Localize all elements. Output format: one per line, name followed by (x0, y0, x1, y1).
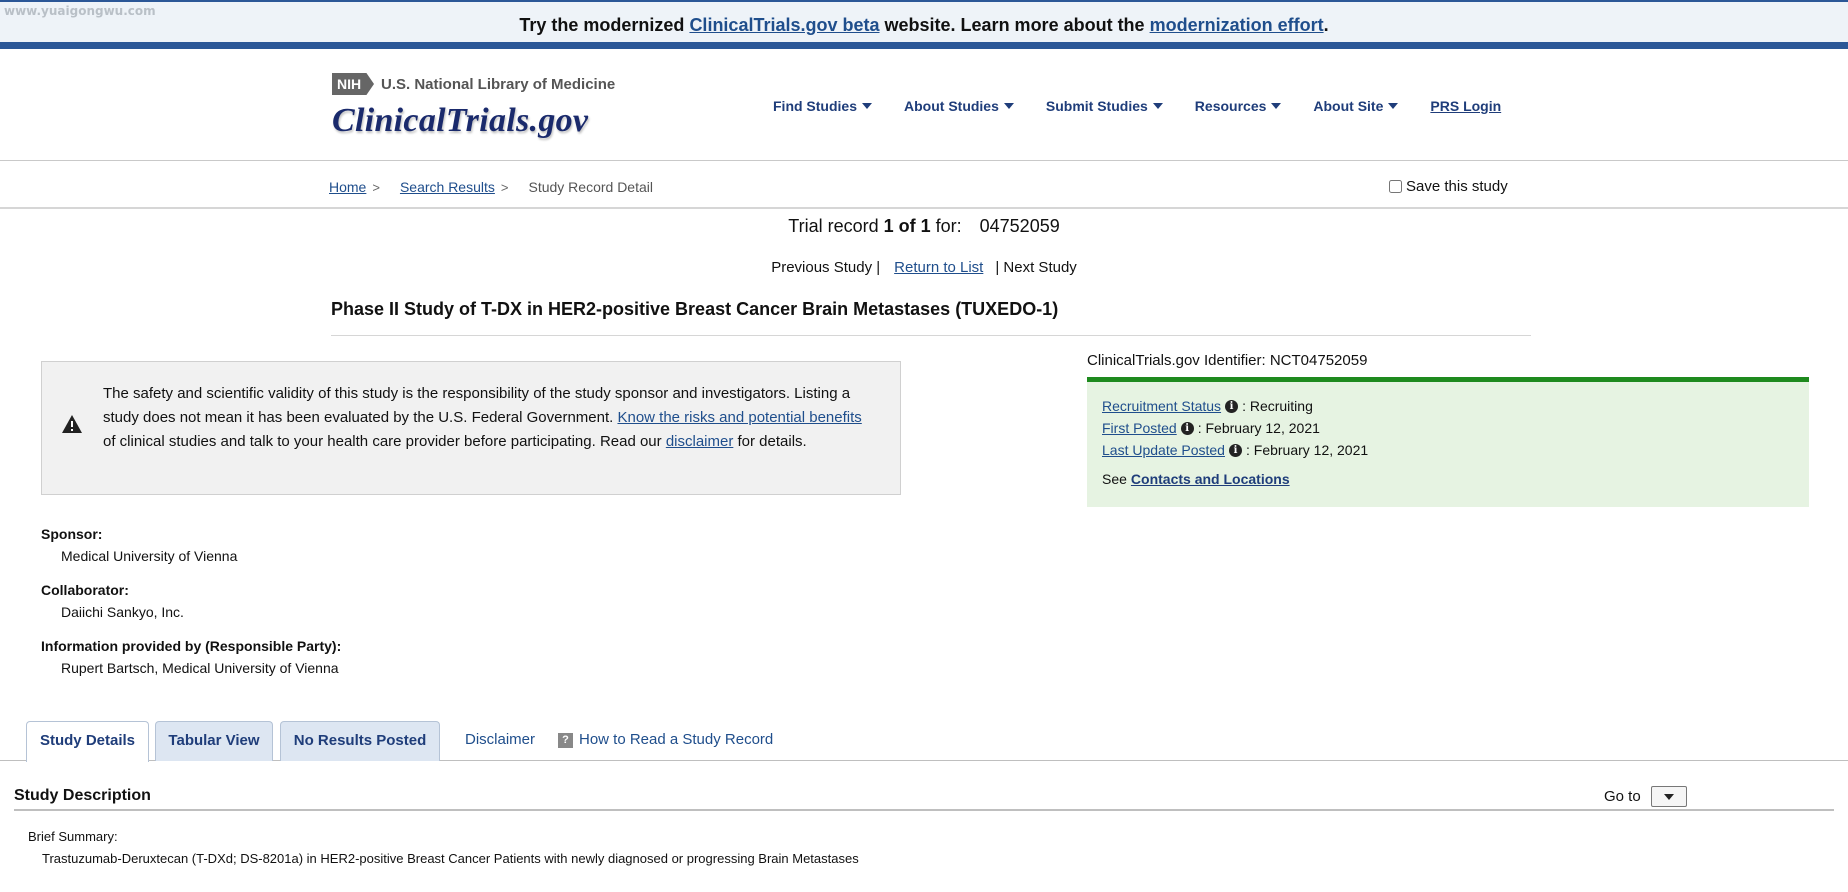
how-to-read-link[interactable]: ? How to Read a Study Record (558, 731, 773, 748)
nav-label: About Site (1313, 98, 1384, 114)
clinicaltrials-logo[interactable]: ClinicalTrials.gov (332, 102, 588, 140)
study-title: Phase II Study of T-DX in HER2-positive … (331, 299, 1059, 319)
banner-middle: website. Learn more about the (879, 15, 1150, 35)
modernization-banner: www.yuaigongwu.com Try the modernized Cl… (0, 0, 1848, 49)
nav-submit-studies[interactable]: Submit Studies (1046, 98, 1163, 114)
site-header: NIH U.S. National Library of Medicine Cl… (0, 49, 1848, 161)
help-icon: ? (558, 733, 573, 748)
collaborator-value: Daiichi Sankyo, Inc. (61, 604, 184, 620)
banner-text: Try the modernized ClinicalTrials.gov be… (0, 15, 1848, 36)
brief-summary-label: Brief Summary: (28, 829, 118, 844)
previous-study: Previous Study | (771, 259, 881, 276)
contacts-row: See Contacts and Locations (1102, 471, 1290, 487)
caret-down-icon (1271, 103, 1282, 109)
breadcrumb-separator: > (500, 179, 509, 195)
info-icon[interactable]: i (1225, 399, 1239, 413)
first-posted-row: First Posted i : February 12, 2021 (1102, 420, 1320, 436)
recruitment-status-label[interactable]: Recruitment Status (1102, 398, 1221, 414)
recruitment-status-row: Recruitment Status i : Recruiting (1102, 398, 1313, 414)
nav-about-site[interactable]: About Site (1313, 98, 1399, 114)
brief-summary-text: Trastuzumab-Deruxtecan (T-DXd; DS-8201a)… (42, 851, 859, 866)
disclaimer-link[interactable]: disclaimer (666, 433, 734, 450)
first-posted-value: : February 12, 2021 (1197, 420, 1320, 436)
know-the-risks-link[interactable]: Know the risks and potential benefits (617, 409, 861, 426)
goto-control: Go to (1604, 786, 1687, 807)
banner-prefix: Try the modernized (519, 15, 690, 35)
tab-no-results-posted[interactable]: No Results Posted (280, 721, 440, 761)
nav-find-studies[interactable]: Find Studies (773, 98, 872, 114)
tab-disclaimer-link[interactable]: Disclaimer (465, 731, 535, 748)
last-update-row: Last Update Posted i : February 12, 2021 (1102, 442, 1368, 458)
info-icon[interactable]: i (1180, 421, 1194, 435)
nlm-title[interactable]: U.S. National Library of Medicine (381, 76, 615, 93)
caret-down-icon (1388, 103, 1399, 109)
see-text: See (1102, 471, 1127, 487)
banner-suffix: . (1323, 15, 1329, 35)
last-update-value: : February 12, 2021 (1245, 442, 1369, 458)
caret-down-icon (1152, 103, 1163, 109)
tabs-divider (0, 760, 1848, 761)
nav-resources[interactable]: Resources (1195, 98, 1282, 114)
study-navigation: Previous Study | Return to List | Next Stu… (0, 259, 1848, 276)
sponsor-label: Sponsor: (41, 526, 103, 542)
trial-record-prefix: Trial record (788, 216, 884, 236)
breadcrumb-separator: > (372, 179, 380, 195)
next-study: | Next Study (995, 259, 1077, 276)
disclaimer-text-2: of clinical studies and talk to your hea… (103, 433, 666, 450)
goto-label: Go to (1604, 788, 1641, 805)
nav-label: About Studies (904, 98, 999, 114)
disclaimer-text: The safety and scientific validity of th… (103, 382, 863, 454)
responsible-party-value: Rupert Bartsch, Medical University of Vi… (61, 660, 339, 676)
nav-label: Resources (1194, 98, 1267, 114)
main-nav: Find Studies About Studies Submit Studie… (773, 98, 1501, 114)
trial-record-for: for: (930, 216, 962, 236)
return-to-list-link[interactable]: Return to List (894, 259, 983, 276)
study-description-heading: Study Description (14, 787, 151, 804)
trial-record-counter: Trial record 1 of 1 for: 04752059 (0, 216, 1848, 237)
goto-dropdown-button[interactable] (1650, 786, 1687, 807)
nav-label: Submit Studies (1045, 98, 1148, 114)
breadcrumb-current: Study Record Detail (528, 179, 653, 195)
caret-down-icon (1003, 103, 1014, 109)
contacts-and-locations-link[interactable]: Contacts and Locations (1131, 471, 1290, 487)
breadcrumb-home[interactable]: Home (329, 179, 366, 195)
recruitment-status-box: Recruitment Status i : Recruiting First … (1087, 377, 1809, 507)
how-to-read-label: How to Read a Study Record (579, 731, 774, 748)
disclaimer-box: The safety and scientific validity of th… (41, 361, 901, 495)
nct-identifier: ClinicalTrials.gov Identifier: NCT047520… (1087, 352, 1368, 369)
save-study-label[interactable]: Save this study (1406, 178, 1508, 195)
nih-logo-badge[interactable]: NIH (332, 73, 374, 95)
trial-record-id: 04752059 (979, 216, 1060, 236)
tab-tabular-view[interactable]: Tabular View (155, 721, 273, 761)
sponsor-value: Medical University of Vienna (61, 548, 238, 564)
trial-record-position: 1 of 1 (883, 216, 931, 236)
responsible-party-label: Information provided by (Responsible Par… (41, 638, 342, 654)
caret-down-icon (1663, 794, 1674, 800)
first-posted-label[interactable]: First Posted (1102, 420, 1177, 436)
warning-icon (62, 415, 82, 433)
title-divider (331, 335, 1531, 336)
nav-label: Find Studies (773, 98, 857, 114)
prs-login-link[interactable]: PRS Login (1430, 98, 1501, 114)
info-icon[interactable]: i (1228, 443, 1242, 457)
recruitment-status-value: : Recruiting (1242, 398, 1313, 414)
save-study-checkbox[interactable] (1389, 180, 1402, 193)
save-study-control[interactable]: Save this study (1389, 178, 1508, 195)
last-update-label[interactable]: Last Update Posted (1102, 442, 1225, 458)
tab-study-details[interactable]: Study Details (26, 721, 149, 762)
caret-down-icon (862, 103, 872, 109)
description-divider (14, 809, 1834, 811)
breadcrumb: Home > Search Results > Study Record Det… (329, 179, 653, 195)
breadcrumb-bar: Home > Search Results > Study Record Det… (0, 161, 1848, 209)
beta-site-link[interactable]: ClinicalTrials.gov beta (689, 15, 879, 35)
collaborator-label: Collaborator: (41, 582, 129, 598)
nav-about-studies[interactable]: About Studies (904, 98, 1014, 114)
disclaimer-text-3: for details. (733, 433, 807, 450)
breadcrumb-search-results[interactable]: Search Results (400, 179, 495, 195)
modernization-effort-link[interactable]: modernization effort (1150, 15, 1324, 35)
